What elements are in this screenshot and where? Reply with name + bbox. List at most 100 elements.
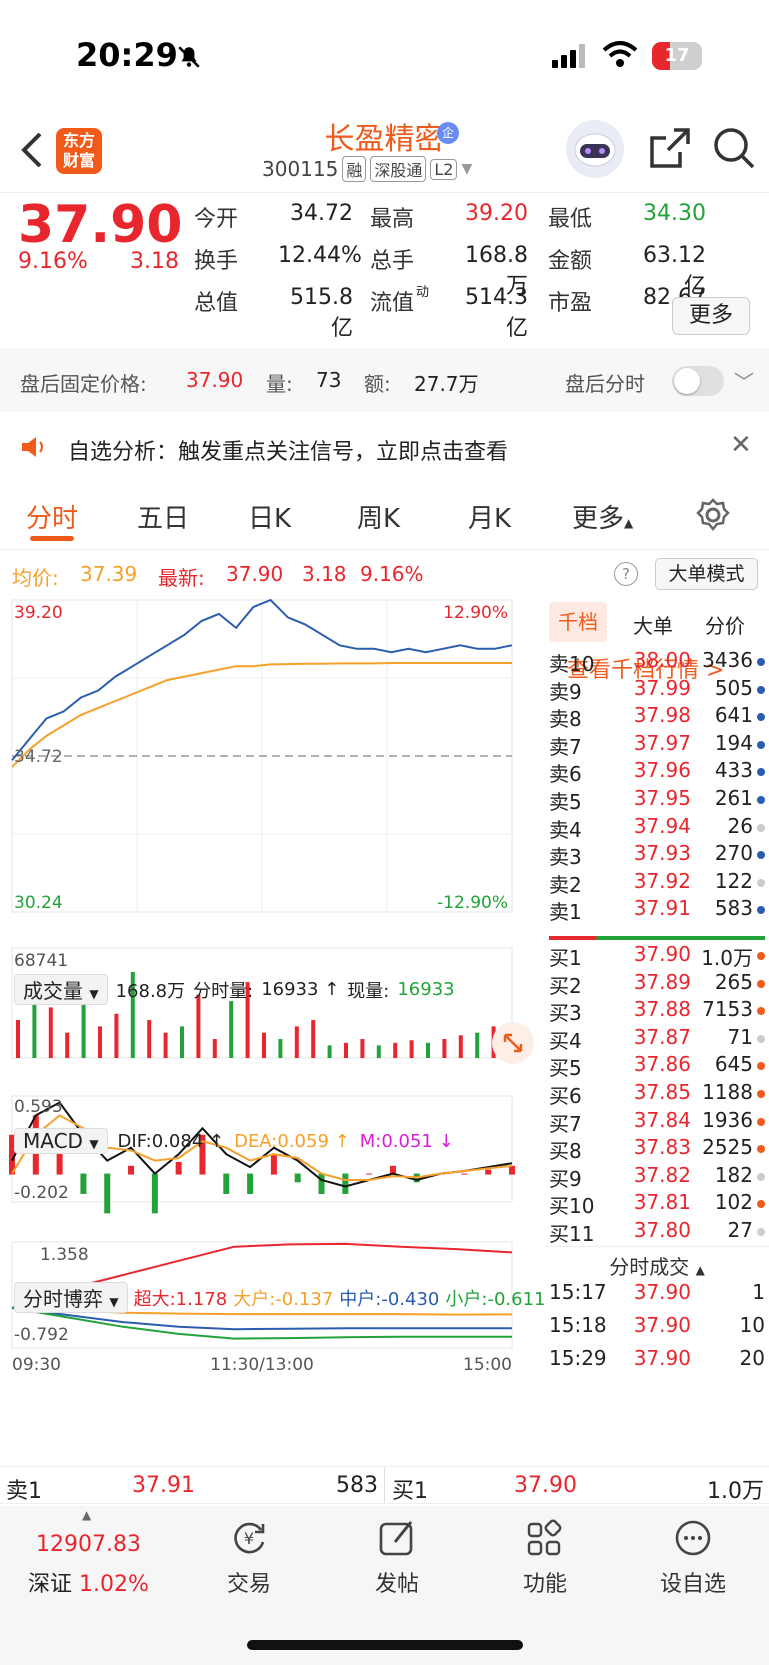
tab-timeshare[interactable]: 分时 [26,498,78,535]
level-name: 买7 [549,1111,582,1136]
book-level-row[interactable]: 卖1 37.91 583 [545,896,769,925]
tick-vol-label: 分时量: [193,980,254,1002]
book-tab-1000[interactable]: 千档 [549,602,607,642]
intraday-chart[interactable]: 39.20 30.24 12.90% -12.90% 34.72 68741 0.593 -0… [0,596,545,1466]
alert-text: 自选分析：触发重点关注信号，立即点击查看 [68,440,509,465]
book-level-row[interactable]: 买4 37.87 71 [545,1025,769,1054]
analysis-alert[interactable]: 自选分析：触发重点关注信号，立即点击查看 ✕ [0,412,769,482]
volume-bar [98,1026,102,1058]
level-dot [757,740,765,749]
level-name: 买3 [549,1001,582,1026]
tab-more[interactable]: 更多▲ [572,498,633,535]
volume-dropdown[interactable]: 成交量 ▼ [14,974,108,1005]
book-tab-price[interactable]: 分价 [705,610,745,639]
book-level-row[interactable]: 买11 37.80 27 [545,1218,769,1247]
tab-five-day[interactable]: 五日 [137,498,189,535]
book-level-row[interactable]: 买7 37.84 1936 [545,1108,769,1137]
book-level-row[interactable]: 买3 37.88 7153 [545,997,769,1026]
level-qty: 122 [714,868,753,893]
book-level-row[interactable]: 卖10 38.00 3436 [545,648,769,677]
edit-post-icon [379,1521,413,1556]
after-timeshare-toggle[interactable] [672,366,724,396]
game-super: 超大:1.178 [133,1288,228,1310]
macd-hist-bar [80,1173,87,1194]
nav-add-watchlist[interactable]: 设自选 [638,1516,748,1598]
level-name: 买6 [549,1084,582,1108]
volume-bar [442,1039,447,1058]
level-price: 37.87 [633,1024,691,1049]
level-qty: 26 [727,813,753,838]
level-price: 37.96 [633,758,691,783]
nav-functions-label: 功能 [522,1572,567,1597]
book-tab-big[interactable]: 大单 [633,610,673,639]
tab-day-k[interactable]: 日K [248,498,291,535]
book-level-row[interactable]: 买10 37.81 102 [545,1190,769,1219]
level-price: 37.98 [633,703,691,728]
book-level-row[interactable]: 卖3 37.93 270 [545,841,769,870]
nav-add-watchlist-label: 设自选 [659,1572,726,1597]
tab-more-label: 更多 [572,504,625,534]
macd-dif: DIF:0.084 ↑ [117,1130,225,1152]
game-header: 分时博弈 ▼ 超大:1.178 大户:-0.137 中户:-0.430 小户:-… [14,1282,545,1313]
book-level-row[interactable]: 买6 37.85 1188 [545,1080,769,1109]
level-price: 37.93 [633,841,691,866]
after-vol-label: 量: [266,372,293,396]
assistant-robot-icon[interactable] [566,120,624,178]
stock-name-text: 长盈精密 [324,122,445,157]
level-price: 37.80 [633,1218,691,1242]
level-qty: 2525 [702,1135,753,1160]
level-qty: 505 [714,675,753,700]
avg-value: 37.39 [80,562,138,586]
stock-code-bar[interactable]: 300115 融 深股通 L2 ▼ [262,156,472,182]
caret-up-icon: ▲ [82,1508,92,1522]
nav-functions[interactable]: 功能 [490,1516,600,1598]
book-level-row[interactable]: 买5 37.86 645 [545,1052,769,1081]
ticks-header[interactable]: 分时成交 ▲ [545,1246,769,1280]
level-price: 37.95 [633,786,691,810]
macd-hist-bar [294,1173,301,1183]
book-level-row[interactable]: 卖9 37.99 505 [545,676,769,705]
chevron-down-icon[interactable]: ﹀ [734,366,754,395]
stock-header: 东方财富 长盈精密 企 300115 融 深股通 L2 ▼ [0,110,769,192]
tick-qty: 20 [739,1346,765,1370]
book-level-row[interactable]: 买8 37.83 2525 [545,1135,769,1164]
level-price: 37.94 [633,813,691,838]
now-vol: 16933 [397,979,455,1000]
help-icon[interactable]: ? [614,562,638,586]
game-dropdown[interactable]: 分时博弈 ▼ [14,1282,128,1313]
index-value[interactable]: 12907.83 [36,1532,141,1557]
nav-post[interactable]: 发帖 [342,1516,452,1598]
book-level-row[interactable]: 卖7 37.97 194 [545,731,769,760]
level-price: 37.83 [633,1135,691,1160]
search-icon[interactable] [712,126,756,170]
book-level-row[interactable]: 买2 37.89 265 [545,970,769,999]
book-level-row[interactable]: 买9 37.82 182 [545,1163,769,1192]
big-order-mode-button[interactable]: 大单模式 [655,558,758,590]
book-level-row[interactable]: 卖4 37.94 26 [545,814,769,843]
book-level-row[interactable]: 卖2 37.92 122 [545,869,769,898]
close-icon[interactable]: ✕ [730,430,752,460]
nav-trade-label: 交易 [226,1572,271,1597]
book-level-row[interactable]: 卖8 37.98 641 [545,703,769,732]
book-level-row[interactable]: 卖6 37.96 433 [545,758,769,787]
game-max-label: 1.358 [40,1245,89,1265]
tab-week-k[interactable]: 周K [357,498,400,535]
macd-hist-bar [318,1173,325,1194]
share-icon[interactable] [648,126,692,170]
index-line[interactable]: 深证 1.02% [28,1566,149,1598]
book-level-row[interactable]: 卖5 37.95 261 [545,786,769,815]
nav-trade[interactable]: ¥ 交易 [194,1516,304,1598]
game-dropdown-label: 分时博弈 [23,1287,103,1311]
stock-code: 300115 [262,157,339,181]
level-qty: 1936 [702,1107,753,1132]
macd-dropdown[interactable]: MACD ▼ [14,1128,108,1154]
tab-month-k[interactable]: 月K [468,498,511,535]
level-dot [757,768,765,777]
book-level-row[interactable]: 买1 37.90 1.0万 [545,942,769,971]
macd-hist-bar [509,1165,515,1175]
expand-icon[interactable] [492,1022,534,1064]
volume-bar [16,1020,20,1058]
more-button[interactable]: 更多 [672,297,750,335]
settings-gear-icon[interactable] [696,498,730,532]
battery-icon: 17 [652,42,702,70]
